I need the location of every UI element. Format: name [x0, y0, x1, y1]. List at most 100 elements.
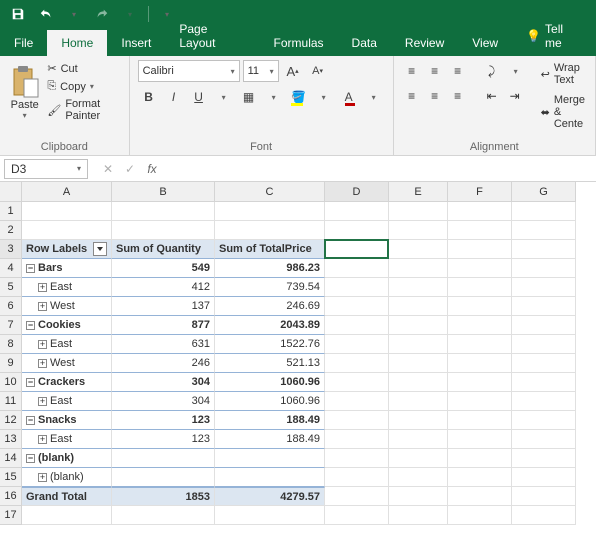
cell[interactable] — [112, 221, 215, 240]
cell[interactable] — [112, 449, 215, 468]
font-size-select[interactable]: 11▾ — [243, 60, 279, 82]
cell[interactable] — [112, 202, 215, 221]
format-painter-button[interactable]: 🖌Format Painter — [45, 96, 120, 124]
tab-pagelayout[interactable]: Page Layout — [165, 16, 259, 56]
cell[interactable] — [389, 411, 448, 430]
cell[interactable] — [512, 487, 576, 506]
cell[interactable] — [448, 240, 512, 259]
row-header-15[interactable]: 15 — [0, 468, 22, 487]
cell[interactable] — [448, 259, 512, 278]
save-icon[interactable] — [6, 2, 30, 26]
align-bottom-icon[interactable]: ≡ — [448, 61, 468, 81]
redo-dropdown[interactable]: ▾ — [118, 2, 142, 26]
row-header-9[interactable]: 9 — [0, 354, 22, 373]
cell[interactable] — [389, 354, 448, 373]
tab-insert[interactable]: Insert — [107, 30, 165, 56]
fx-icon[interactable]: fx — [142, 159, 162, 179]
col-header-F[interactable]: F — [448, 182, 512, 202]
cell[interactable] — [325, 221, 389, 240]
cell[interactable]: −Cookies — [22, 316, 112, 335]
align-right-icon[interactable]: ≡ — [448, 86, 468, 106]
cell[interactable]: 739.54 — [215, 278, 325, 297]
cell[interactable]: +East — [22, 335, 112, 354]
undo-icon[interactable] — [34, 2, 58, 26]
cell[interactable] — [512, 430, 576, 449]
cell[interactable]: −Snacks — [22, 411, 112, 430]
cell[interactable] — [512, 221, 576, 240]
formula-input[interactable] — [168, 159, 596, 179]
cell[interactable] — [389, 240, 448, 259]
undo-dropdown[interactable]: ▾ — [62, 2, 86, 26]
col-header-C[interactable]: C — [215, 182, 325, 202]
tab-tellme[interactable]: 💡Tell me — [512, 16, 596, 56]
border-dropdown[interactable]: ▾ — [263, 86, 285, 108]
cell[interactable] — [512, 297, 576, 316]
cell[interactable]: 246 — [112, 354, 215, 373]
tab-data[interactable]: Data — [338, 30, 391, 56]
cell[interactable] — [512, 354, 576, 373]
col-header-D[interactable]: D — [325, 182, 389, 202]
cell[interactable] — [389, 202, 448, 221]
expand-collapse-button[interactable]: − — [26, 378, 35, 387]
row-header-1[interactable]: 1 — [0, 202, 22, 221]
cell[interactable]: 123 — [112, 411, 215, 430]
decrease-font-icon[interactable]: A▾ — [307, 60, 329, 82]
expand-collapse-button[interactable]: + — [38, 359, 47, 368]
cell[interactable] — [389, 316, 448, 335]
align-center-icon[interactable]: ≡ — [425, 86, 445, 106]
expand-collapse-button[interactable]: + — [38, 435, 47, 444]
font-color-button[interactable]: A — [338, 86, 360, 108]
cell[interactable]: +East — [22, 278, 112, 297]
cell[interactable] — [215, 221, 325, 240]
cell[interactable] — [512, 316, 576, 335]
row-header-3[interactable]: 3 — [0, 240, 22, 259]
expand-collapse-button[interactable]: − — [26, 416, 35, 425]
orientation-icon[interactable]: ⤸ — [482, 61, 502, 81]
cell[interactable] — [215, 202, 325, 221]
cell[interactable]: Sum of Quantity — [112, 240, 215, 259]
cell[interactable]: 1522.76 — [215, 335, 325, 354]
cell[interactable] — [112, 506, 215, 525]
tab-home[interactable]: Home — [47, 30, 107, 56]
redo-icon[interactable] — [90, 2, 114, 26]
paste-dropdown[interactable]: ▾ — [23, 111, 27, 120]
cell[interactable] — [448, 506, 512, 525]
cell[interactable] — [448, 316, 512, 335]
cell[interactable] — [215, 506, 325, 525]
cell[interactable] — [325, 278, 389, 297]
row-header-11[interactable]: 11 — [0, 392, 22, 411]
select-all-corner[interactable] — [0, 182, 22, 202]
row-header-13[interactable]: 13 — [0, 430, 22, 449]
enter-formula-icon[interactable]: ✓ — [120, 159, 140, 179]
cell[interactable]: 137 — [112, 297, 215, 316]
cell[interactable] — [448, 392, 512, 411]
row-header-7[interactable]: 7 — [0, 316, 22, 335]
align-middle-icon[interactable]: ≡ — [425, 61, 445, 81]
col-header-E[interactable]: E — [389, 182, 448, 202]
row-header-8[interactable]: 8 — [0, 335, 22, 354]
row-header-14[interactable]: 14 — [0, 449, 22, 468]
cell[interactable] — [512, 278, 576, 297]
cell[interactable] — [389, 392, 448, 411]
cancel-formula-icon[interactable]: ✕ — [98, 159, 118, 179]
cell[interactable]: 631 — [112, 335, 215, 354]
cell[interactable] — [512, 259, 576, 278]
cell[interactable] — [389, 278, 448, 297]
row-header-6[interactable]: 6 — [0, 297, 22, 316]
cell[interactable]: 4279.57 — [215, 487, 325, 506]
cell[interactable]: 1853 — [112, 487, 215, 506]
border-button[interactable]: ▦ — [238, 86, 260, 108]
expand-collapse-button[interactable]: + — [38, 302, 47, 311]
cell[interactable] — [22, 506, 112, 525]
cell[interactable] — [325, 468, 389, 487]
cell[interactable] — [389, 259, 448, 278]
cell[interactable]: 549 — [112, 259, 215, 278]
row-header-5[interactable]: 5 — [0, 278, 22, 297]
cell[interactable] — [215, 449, 325, 468]
fill-color-button[interactable]: 🪣 — [288, 86, 310, 108]
cell[interactable]: 304 — [112, 373, 215, 392]
cell[interactable]: 304 — [112, 392, 215, 411]
cell[interactable]: 1060.96 — [215, 373, 325, 392]
expand-collapse-button[interactable]: + — [38, 283, 47, 292]
cell[interactable]: −Bars — [22, 259, 112, 278]
